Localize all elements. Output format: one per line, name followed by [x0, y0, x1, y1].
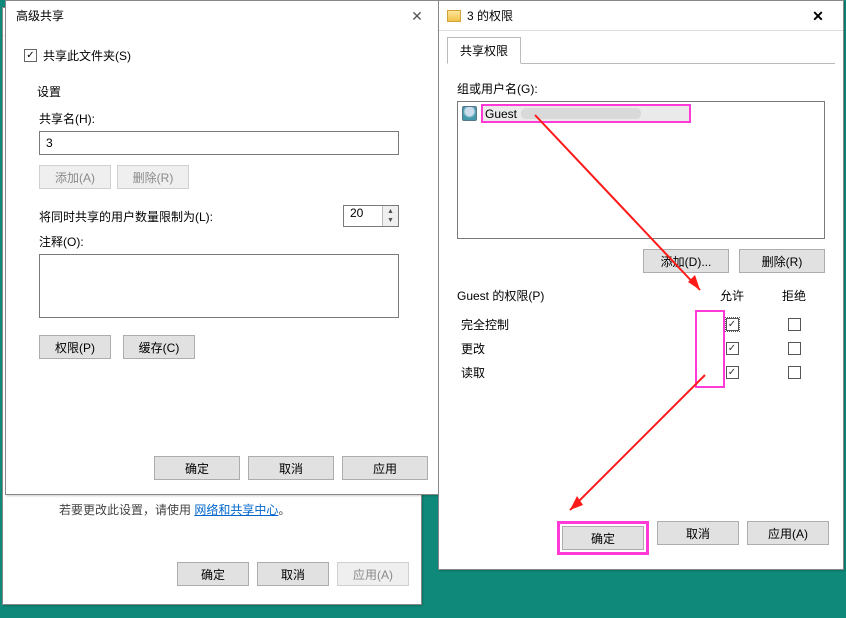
- perm-for-label: Guest 的权限(P): [457, 287, 701, 304]
- user-icon: [462, 106, 477, 121]
- deny-checkbox-fullcontrol[interactable]: [788, 318, 801, 331]
- close-icon[interactable]: ✕: [801, 2, 835, 30]
- group-user-label: 组或用户名(G):: [457, 80, 825, 97]
- remove-button[interactable]: 删除(R): [739, 249, 825, 273]
- limit-value: 20: [350, 206, 363, 220]
- permissions-header: Guest 的权限(P) 允许 拒绝: [457, 287, 825, 304]
- allow-checkbox-read[interactable]: ✓: [726, 366, 739, 379]
- share-folder-checkbox-row: ✓ 共享此文件夹(S): [24, 47, 426, 64]
- sharename-label: 共享名(H):: [39, 110, 417, 127]
- permissions-dialog: 3 的权限 ✕ 共享权限 组或用户名(G): Guest 添加(D)... 删除…: [438, 0, 844, 570]
- deny-checkbox-change[interactable]: [788, 342, 801, 355]
- add-button[interactable]: 添加(D)...: [643, 249, 729, 273]
- permissions-footer: 确定 取消 应用(A): [439, 521, 843, 555]
- hint-line: 若要更改此设置，请使用 网络和共享中心。: [59, 501, 290, 518]
- cache-button[interactable]: 缓存(C): [123, 335, 195, 359]
- perm-row: 完全控制 ✓: [457, 312, 825, 336]
- titlebar-advanced-sharing: 高级共享 ✕: [6, 1, 444, 31]
- col-allow: 允许: [701, 287, 763, 304]
- advanced-sharing-dialog: 高级共享 ✕ ✓ 共享此文件夹(S) 设置 共享名(H): 添加(A) 删除(R…: [5, 0, 445, 495]
- cancel-button[interactable]: 取消: [657, 521, 739, 545]
- network-center-link[interactable]: 网络和共享中心: [194, 503, 278, 517]
- advanced-sharing-footer: 确定 取消 应用: [6, 456, 444, 480]
- cancel-button[interactable]: 取消: [248, 456, 334, 480]
- cancel-button[interactable]: 取消: [257, 562, 329, 586]
- redacted-text: [521, 108, 641, 119]
- ok-button[interactable]: 确定: [154, 456, 240, 480]
- spin-down-icon[interactable]: ▼: [382, 215, 398, 226]
- limit-label: 将同时共享的用户数量限制为(L):: [39, 208, 213, 225]
- deny-checkbox-read[interactable]: [788, 366, 801, 379]
- tab-share-permissions[interactable]: 共享权限: [447, 37, 521, 64]
- col-deny: 拒绝: [763, 287, 825, 304]
- tab-strip: 共享权限: [447, 37, 835, 64]
- title-text: 3 的权限: [467, 2, 513, 30]
- properties-button-row: 确定 取消 应用(A): [3, 562, 421, 588]
- folder-icon: [447, 10, 461, 22]
- allow-checkbox-fullcontrol[interactable]: ✓: [726, 318, 739, 331]
- sharename-input[interactable]: [39, 131, 399, 155]
- comment-input[interactable]: [39, 254, 399, 318]
- apply-button[interactable]: 应用: [342, 456, 428, 480]
- allow-checkbox-change[interactable]: ✓: [726, 342, 739, 355]
- titlebar-permissions: 3 的权限 ✕: [439, 1, 843, 31]
- remove-button[interactable]: 删除(R): [117, 165, 189, 189]
- apply-button[interactable]: 应用(A): [747, 521, 829, 545]
- add-button[interactable]: 添加(A): [39, 165, 111, 189]
- user-name: Guest: [485, 107, 517, 121]
- permissions-table: 完全控制 ✓ 更改 ✓ 读取 ✓: [457, 312, 825, 384]
- share-folder-checkbox[interactable]: ✓: [24, 49, 37, 62]
- list-item[interactable]: Guest: [458, 102, 824, 125]
- perm-row: 读取 ✓: [457, 360, 825, 384]
- close-icon[interactable]: ✕: [400, 1, 434, 31]
- ok-button[interactable]: 确定: [177, 562, 249, 586]
- title-text: 高级共享: [16, 1, 64, 31]
- perm-row: 更改 ✓: [457, 336, 825, 360]
- share-folder-label: 共享此文件夹(S): [43, 47, 131, 64]
- permissions-button[interactable]: 权限(P): [39, 335, 111, 359]
- comment-label: 注释(O):: [39, 233, 417, 250]
- user-listbox[interactable]: Guest: [457, 101, 825, 239]
- settings-group: 设置 共享名(H): 添加(A) 删除(R) 将同时共享的用户数量限制为(L):…: [26, 74, 430, 374]
- limit-spinner[interactable]: 20 ▲ ▼: [343, 205, 399, 227]
- highlight-box-ok: 确定: [557, 521, 649, 555]
- ok-button[interactable]: 确定: [562, 526, 644, 550]
- settings-legend: 设置: [37, 83, 417, 100]
- apply-button[interactable]: 应用(A): [337, 562, 409, 586]
